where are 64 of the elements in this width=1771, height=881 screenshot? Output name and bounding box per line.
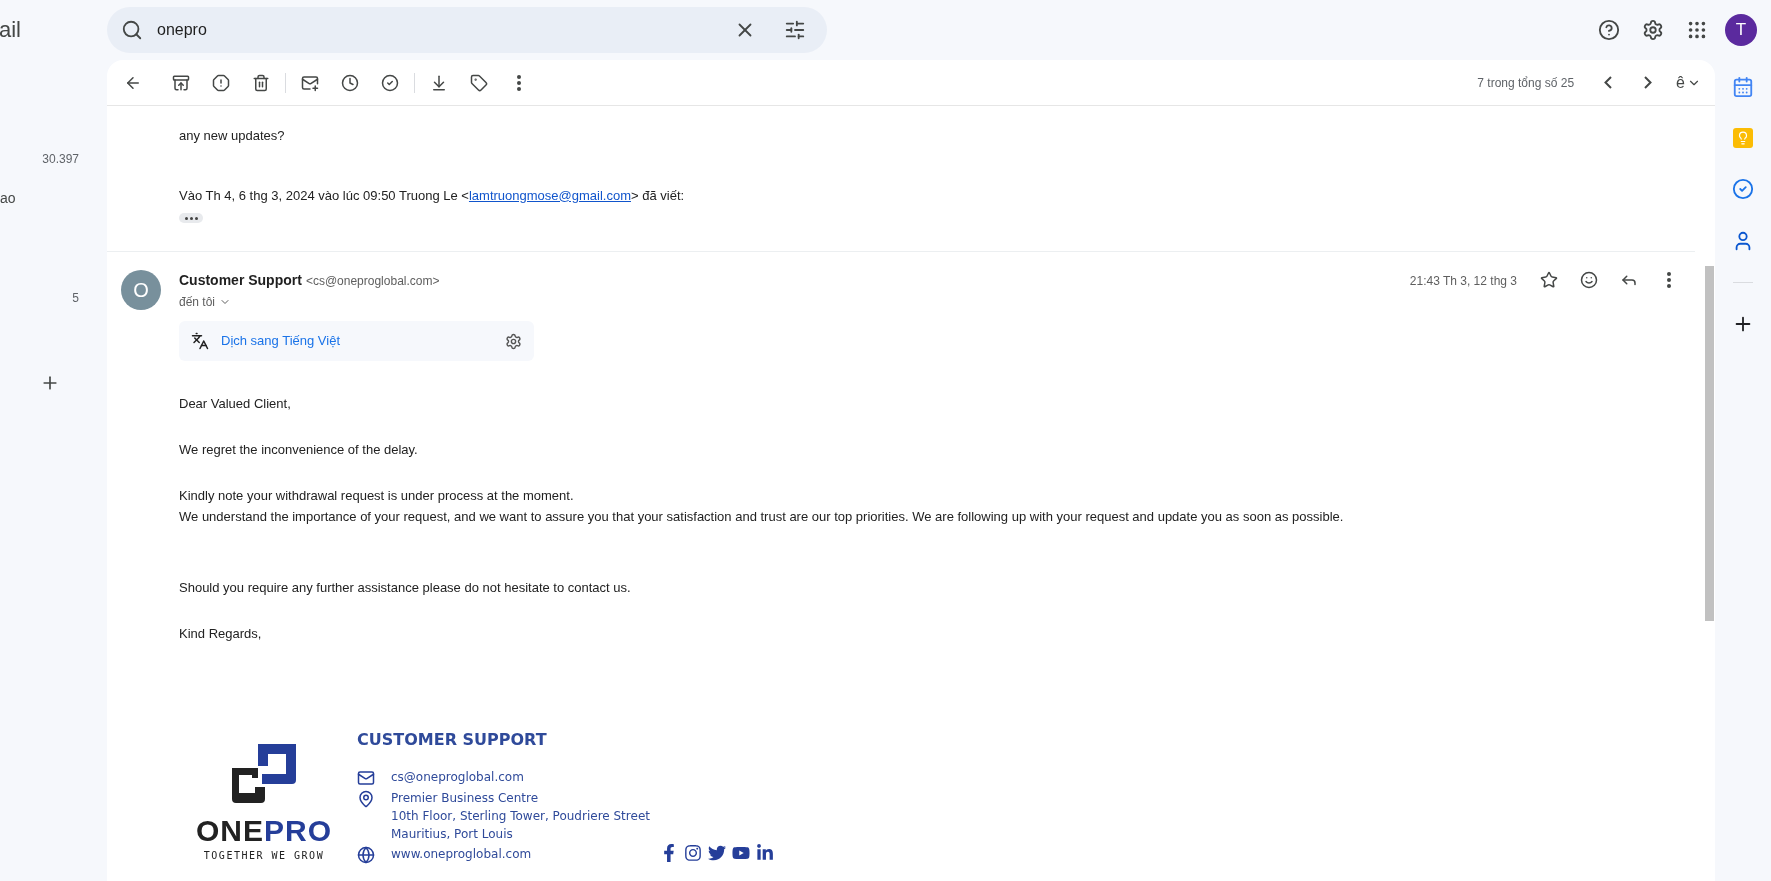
translate-link[interactable]: Dịch sang Tiếng Việt	[221, 331, 340, 351]
linkedin-icon[interactable]	[755, 844, 774, 862]
email-icon	[357, 769, 375, 787]
message-time: 21:43 Th 3, 12 thg 3	[1409, 273, 1517, 290]
chevron-right-icon	[1644, 76, 1653, 89]
folder-count: 30.397	[42, 151, 79, 168]
signature-heading: CUSTOMER SUPPORT	[357, 729, 548, 751]
app-title: ail	[0, 15, 21, 44]
translate-icon	[191, 332, 209, 350]
search-icon	[121, 19, 143, 41]
search-field[interactable]: onepro	[107, 7, 827, 53]
grid-icon	[1686, 19, 1708, 41]
logo-tagline: TOGETHER WE GROW	[203, 849, 325, 863]
input-tools-button[interactable]: ê	[1668, 62, 1709, 103]
sender-avatar: O	[121, 270, 161, 310]
check-circle-icon	[381, 73, 399, 92]
star-icon	[1540, 271, 1558, 289]
recipient-details-button[interactable]: đến tôi	[179, 293, 232, 311]
settings-icon	[1642, 19, 1664, 41]
sender-name: Customer Support	[179, 271, 302, 290]
message-text: Should you require any further assistance please do not hesitate to contact us.	[179, 579, 632, 597]
alert-icon	[212, 73, 230, 92]
account-avatar[interactable]: T	[1725, 14, 1757, 46]
search-text: onepro	[157, 20, 208, 40]
contact-text: Premier Business Centre	[391, 790, 540, 807]
sliders-icon	[784, 19, 806, 41]
message-text: Dear Valued Client,	[179, 395, 292, 413]
mail-icon	[301, 73, 319, 92]
chevron-left-icon	[1604, 76, 1613, 89]
contact-text: Mauritius, Port Louis	[391, 826, 514, 843]
message-text: Kindly note your withdrawal request is under process at the moment.	[179, 487, 575, 505]
sender-email: <cs@oneproglobal.com>	[305, 273, 440, 290]
email-link[interactable]: lamtruongmose@gmail.com	[468, 187, 631, 203]
quoted-message-text: any new updates?	[179, 127, 286, 145]
folder-count: 5	[72, 290, 79, 307]
contact-text: 10th Floor, Sterling Tower, Poudriere Street	[391, 808, 650, 825]
folder-label: ao	[0, 189, 16, 208]
message-text: We regret the inconvenience of the delay.	[179, 441, 419, 459]
settings-icon	[505, 332, 522, 350]
show-trimmed-content-button[interactable]	[179, 213, 203, 223]
contact-text: cs@oneproglobal.com	[391, 769, 524, 786]
tasks-icon	[1732, 178, 1754, 200]
trash-icon	[252, 73, 270, 92]
youtube-icon[interactable]	[731, 844, 750, 862]
web-icon	[357, 846, 375, 864]
download-icon	[430, 73, 448, 92]
message-text: We understand the importance of your request, and we want to assure you that your satisfaction and trust are our top priorities. We are following up with your request and update you as soon as possible.	[179, 508, 1345, 526]
archive-icon	[172, 73, 190, 92]
more-icon	[517, 74, 521, 91]
contact-text: www.oneproglobal.com	[391, 846, 532, 863]
quote-attribution: Vào Th 4, 6 thg 3, 2024 vào lúc 09:50 Truong Le <lamtruongmose@gmail.com> đã viết:	[179, 186, 686, 205]
more-icon	[1667, 272, 1671, 288]
help-icon	[1598, 19, 1620, 41]
pagination-text: 7 trong tổng số 25	[1477, 74, 1575, 92]
scrollbar[interactable]	[1705, 266, 1714, 621]
message-text: Kind Regards,	[179, 625, 263, 643]
logo-wordmark: ONEPRO	[196, 814, 332, 848]
tag-icon	[470, 73, 488, 92]
twitter-icon[interactable]	[707, 844, 726, 862]
calendar-icon	[1732, 76, 1754, 98]
smiley-icon	[1580, 271, 1598, 289]
clock-icon	[341, 73, 359, 92]
instagram-icon[interactable]	[683, 844, 702, 862]
location-icon	[357, 790, 375, 808]
